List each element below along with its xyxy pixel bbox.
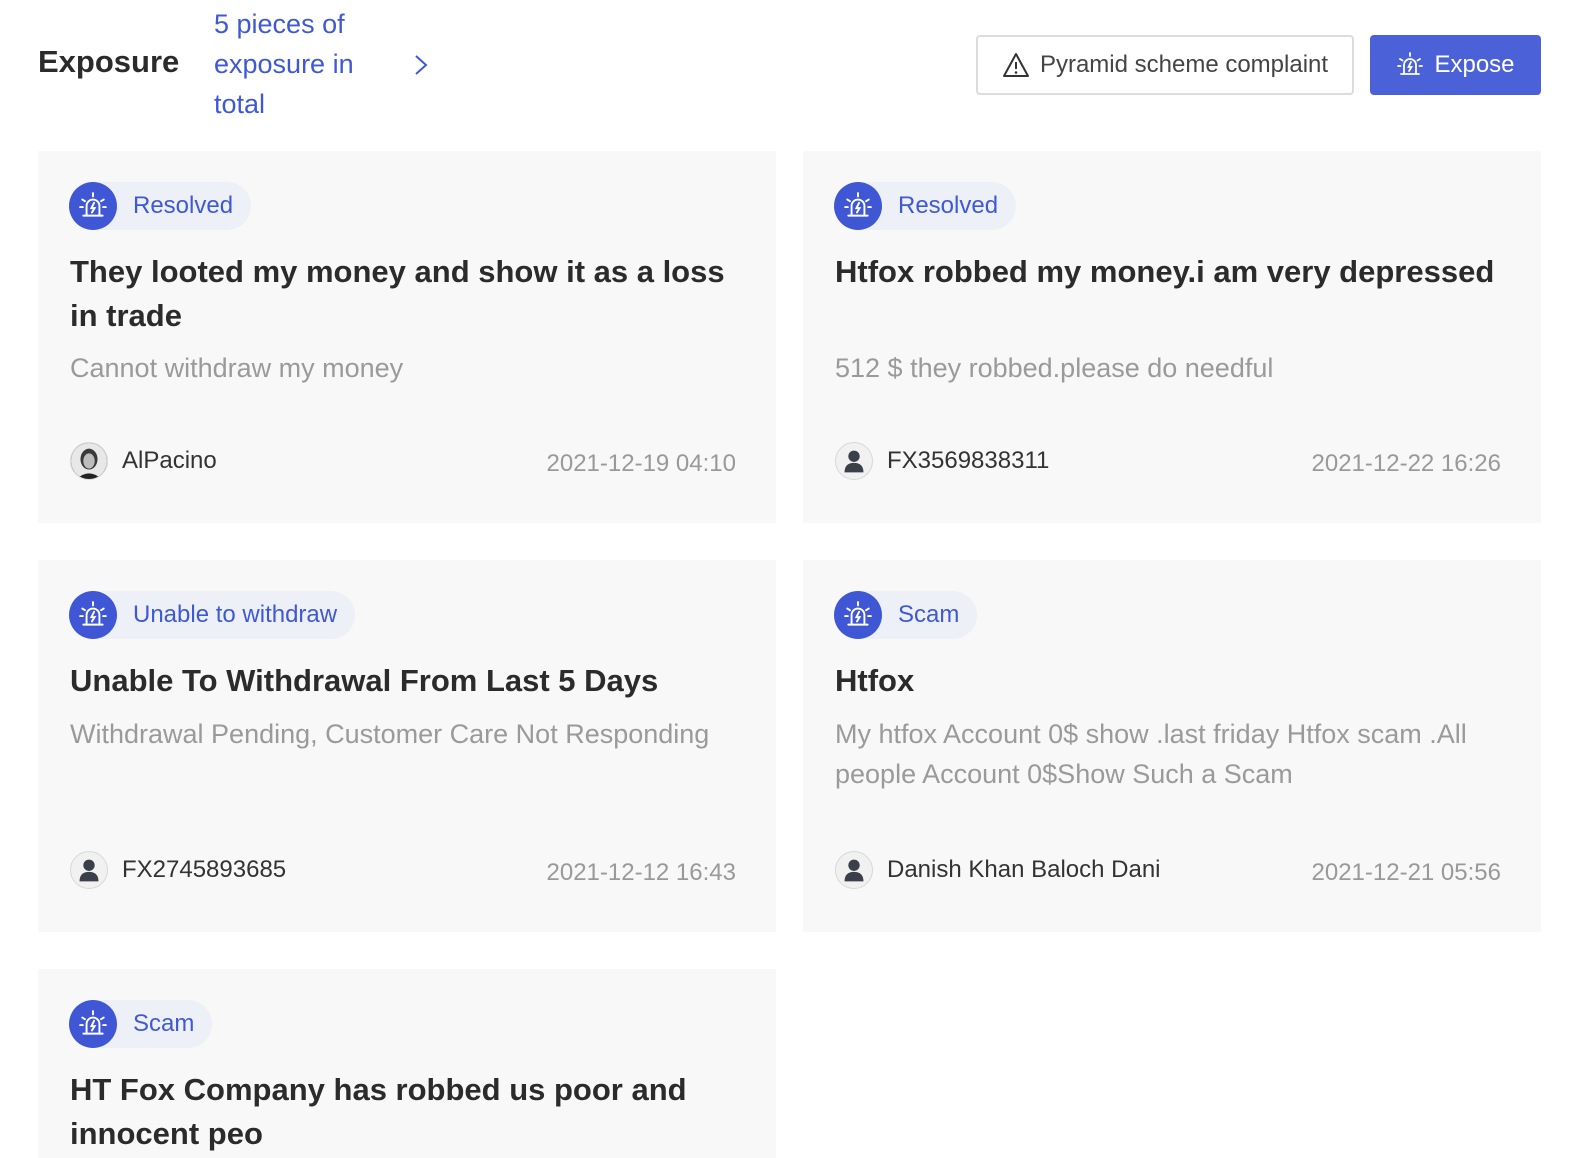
complaint-button-label: Pyramid scheme complaint <box>1039 51 1329 78</box>
exposure-card[interactable]: Resolved Htfox robbed my money.i am very… <box>803 151 1541 523</box>
author-name: Danish Khan Baloch Dani <box>887 856 1161 883</box>
card-description: My htfox Account 0$ show .last friday Ht… <box>835 719 1467 789</box>
card-author: FX3569838311 <box>835 442 1049 480</box>
status-tag-label: Resolved <box>133 192 234 219</box>
exposure-card[interactable]: Resolved They looted my money and show i… <box>38 151 776 523</box>
alarm-icon <box>69 591 117 639</box>
exposure-card[interactable]: Scam HT Fox Company has robbed us poor a… <box>38 969 776 1158</box>
warning-icon <box>1002 53 1029 77</box>
status-tag: Resolved <box>69 182 252 230</box>
default-user-icon <box>835 851 873 889</box>
alarm-icon <box>834 182 882 230</box>
alarm-icon <box>69 182 117 230</box>
exposure-header: Exposure 5 pieces of exposure in total P… <box>0 0 1577 130</box>
card-description: Cannot withdraw my money <box>70 353 404 383</box>
card-description: 512 $ they robbed.please do needful <box>835 353 1274 383</box>
expose-button[interactable]: Expose <box>1370 35 1541 95</box>
alarm-icon <box>1397 52 1424 75</box>
card-date: 2021-12-22 16:26 <box>1311 450 1502 477</box>
page-title: Exposure <box>38 44 180 79</box>
card-title: Htfox robbed my money.i am very depresse… <box>835 254 1495 289</box>
expose-button-label: Expose <box>1434 51 1515 78</box>
status-tag: Scam <box>69 1000 213 1048</box>
default-user-icon <box>835 442 873 480</box>
card-author: Danish Khan Baloch Dani <box>835 851 1161 889</box>
photo-avatar-icon <box>70 442 108 480</box>
card-date: 2021-12-12 16:43 <box>546 859 737 886</box>
status-tag-label: Scam <box>133 1010 195 1037</box>
author-name: AlPacino <box>122 447 217 474</box>
pyramid-scheme-complaint-button[interactable]: Pyramid scheme complaint <box>976 35 1354 95</box>
card-author: AlPacino <box>70 442 217 480</box>
card-date: 2021-12-21 05:56 <box>1311 859 1502 886</box>
exposure-total-link[interactable]: 5 pieces of exposure in total <box>214 4 404 124</box>
card-title: HT Fox Company has robbed us poor and in… <box>70 1072 687 1151</box>
alarm-icon <box>834 591 882 639</box>
status-tag: Scam <box>834 591 978 639</box>
author-name: FX3569838311 <box>887 447 1050 474</box>
author-name: FX2745893685 <box>122 856 287 883</box>
card-date: 2021-12-19 04:10 <box>546 450 737 477</box>
status-tag: Unable to withdraw <box>69 591 356 639</box>
status-tag: Resolved <box>834 182 1017 230</box>
exposure-card[interactable]: Unable to withdraw Unable To Withdrawal … <box>38 560 776 932</box>
exposure-card[interactable]: Scam Htfox My htfox Account 0$ show .las… <box>803 560 1541 932</box>
card-description: Withdrawal Pending, Customer Care Not Re… <box>70 719 710 749</box>
card-title: Unable To Withdrawal From Last 5 Days <box>70 663 659 698</box>
card-title: Htfox <box>835 663 915 698</box>
chevron-right-icon[interactable] <box>408 50 434 80</box>
alarm-icon <box>69 1000 117 1048</box>
status-tag-label: Unable to withdraw <box>133 601 338 628</box>
card-author: FX2745893685 <box>70 851 286 889</box>
card-title: They looted my money and show it as a lo… <box>70 254 725 333</box>
default-user-icon <box>70 851 108 889</box>
status-tag-label: Resolved <box>898 192 999 219</box>
status-tag-label: Scam <box>898 601 960 628</box>
